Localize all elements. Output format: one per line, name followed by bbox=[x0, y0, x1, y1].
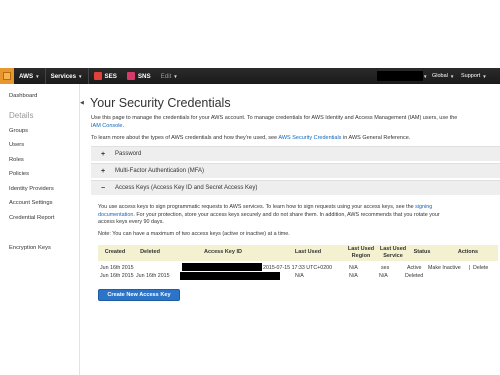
row1-region: N/A bbox=[349, 265, 358, 271]
nav-edit-label: Edit bbox=[160, 72, 172, 80]
max-keys-note: Note: You can have a maximum of two acce… bbox=[98, 231, 290, 237]
row2-region: N/A bbox=[349, 273, 358, 279]
nav-aws-menu[interactable]: AWS ▼ bbox=[14, 68, 45, 84]
desc-part-a: You use access keys to sign programmatic… bbox=[98, 204, 414, 210]
accordion-access-keys[interactable]: − Access Keys (Access Key ID and Secret … bbox=[91, 180, 500, 195]
make-inactive-link[interactable]: Make Inactive bbox=[428, 265, 461, 271]
nav-region-menu[interactable]: Global ▼ bbox=[432, 68, 454, 84]
accordion-password-label: Password bbox=[115, 151, 142, 157]
chevron-down-icon[interactable]: ▼ bbox=[423, 68, 427, 84]
aws-security-credentials-link[interactable]: AWS Security Credentials bbox=[278, 135, 341, 141]
chevron-down-icon: ▼ bbox=[482, 73, 487, 79]
access-keys-description-line3: access keys every 90 days. bbox=[98, 219, 164, 225]
col-last-used: Last Used bbox=[294, 249, 322, 255]
page-title: Your Security Credentials bbox=[90, 96, 231, 110]
aws-top-nav: AWS ▼ Services ▼ SES SNS Edit ▼ ▼ Global… bbox=[0, 68, 500, 84]
expand-plus-icon: + bbox=[100, 150, 106, 158]
redacted-account-name[interactable] bbox=[377, 71, 423, 81]
aws-cube-logo-icon[interactable] bbox=[0, 68, 14, 84]
col-actions: Actions bbox=[457, 249, 479, 255]
signing-documentation-link[interactable]: signing bbox=[415, 204, 432, 210]
iam-console-link[interactable]: IAM Console bbox=[91, 123, 123, 129]
col-created: Created bbox=[104, 249, 126, 255]
ses-service-icon bbox=[93, 72, 102, 80]
sidebar-item-credential-report[interactable]: Credential Report bbox=[9, 215, 54, 221]
access-keys-table-header: Created Deleted Access Key ID Last Used … bbox=[98, 245, 498, 261]
chevron-down-icon: ▼ bbox=[35, 73, 40, 79]
row2-status: Deleted bbox=[405, 273, 424, 279]
col-access-key-id: Access Key ID bbox=[204, 249, 242, 255]
sidebar-item-dashboard[interactable]: Dashboard bbox=[9, 93, 37, 99]
iam-sidebar: Dashboard Details Groups Users Roles Pol… bbox=[0, 84, 80, 375]
row2-deleted: Jun 16th 2015 bbox=[136, 273, 170, 279]
accordion-mfa[interactable]: + Multi-Factor Authentication (MFA) bbox=[91, 163, 500, 178]
redacted-access-key-id bbox=[182, 263, 262, 271]
row1-created: Jun 16th 2015 bbox=[100, 265, 134, 271]
intro-text-line1: Use this page to manage the credentials … bbox=[91, 115, 458, 121]
create-new-access-key-button[interactable]: Create New Access Key bbox=[98, 289, 180, 301]
access-keys-panel: You use access keys to sign programmatic… bbox=[91, 195, 500, 375]
delete-key-link[interactable]: Delete bbox=[473, 265, 488, 271]
nav-services-menu[interactable]: Services ▼ bbox=[46, 68, 88, 84]
row1-service: ses bbox=[381, 265, 390, 271]
chevron-down-icon: ▼ bbox=[78, 73, 83, 79]
row2-created: Jun 16th 2015 bbox=[100, 273, 134, 279]
nav-ses-label: SES bbox=[104, 72, 117, 80]
chevron-down-icon: ▼ bbox=[449, 73, 455, 79]
accordion-access-keys-label: Access Keys (Access Key ID and Secret Ac… bbox=[115, 185, 258, 191]
col-last-used-service: Last Used Service bbox=[379, 246, 407, 259]
sidebar-item-groups[interactable]: Groups bbox=[9, 128, 28, 134]
access-keys-description-line2: documentation. For your protection, stor… bbox=[98, 212, 440, 220]
sns-service-icon bbox=[126, 72, 135, 80]
learn-prefix: To learn more about the types of AWS cre… bbox=[91, 135, 278, 141]
nav-ses-shortcut[interactable]: SES bbox=[89, 68, 122, 84]
nav-region-label: Global bbox=[432, 73, 448, 79]
sidebar-details-header: Details bbox=[9, 111, 34, 120]
access-keys-description-line1: You use access keys to sign programmatic… bbox=[98, 204, 432, 212]
sidebar-item-identity-providers[interactable]: Identity Providers bbox=[9, 186, 54, 192]
nav-edit-menu[interactable]: Edit ▼ bbox=[156, 68, 183, 84]
expand-plus-icon: + bbox=[100, 167, 106, 175]
redacted-access-key-id bbox=[180, 272, 280, 280]
desc-part-b: . For your protection, store your access… bbox=[133, 211, 440, 218]
nav-services-label: Services bbox=[50, 72, 77, 80]
nav-support-menu[interactable]: Support ▼ bbox=[461, 68, 487, 84]
sidebar-item-policies[interactable]: Policies bbox=[9, 171, 29, 177]
col-status: Status bbox=[413, 249, 431, 255]
row1-last-used: 2015-07-15 17:33 UTC+0200 bbox=[263, 265, 333, 271]
nav-support-label: Support bbox=[461, 73, 481, 79]
row2-last-used: N/A bbox=[295, 273, 304, 279]
accordion-password[interactable]: + Password bbox=[91, 146, 500, 161]
nav-sns-shortcut[interactable]: SNS bbox=[122, 68, 156, 84]
nav-sns-label: SNS bbox=[137, 72, 151, 80]
blank-top-area bbox=[0, 0, 500, 68]
main-content: Your Security Credentials Use this page … bbox=[84, 84, 500, 375]
collapse-minus-icon: − bbox=[100, 184, 106, 192]
accordion-mfa-label: Multi-Factor Authentication (MFA) bbox=[115, 168, 205, 174]
col-deleted: Deleted bbox=[140, 249, 160, 255]
sidebar-item-roles[interactable]: Roles bbox=[9, 157, 24, 163]
intro-period: . bbox=[122, 123, 125, 129]
nav-aws-label: AWS bbox=[19, 72, 34, 80]
sidebar-item-account-settings[interactable]: Account Settings bbox=[9, 200, 53, 206]
row2-service: N/A bbox=[379, 273, 388, 279]
learn-more-text: To learn more about the types of AWS cre… bbox=[91, 134, 410, 142]
intro-text-line2: IAM Console. bbox=[91, 122, 124, 130]
learn-suffix: in AWS General Reference. bbox=[342, 135, 411, 141]
chevron-down-icon: ▼ bbox=[173, 73, 178, 79]
action-separator: | bbox=[469, 265, 471, 271]
col-last-used-region: Last Used Region bbox=[347, 246, 375, 259]
row1-status: Active bbox=[407, 265, 422, 271]
sidebar-item-encryption-keys[interactable]: Encryption Keys bbox=[9, 245, 51, 251]
signing-documentation-link-cont[interactable]: documentation bbox=[98, 212, 133, 218]
sidebar-item-users[interactable]: Users bbox=[9, 142, 24, 148]
